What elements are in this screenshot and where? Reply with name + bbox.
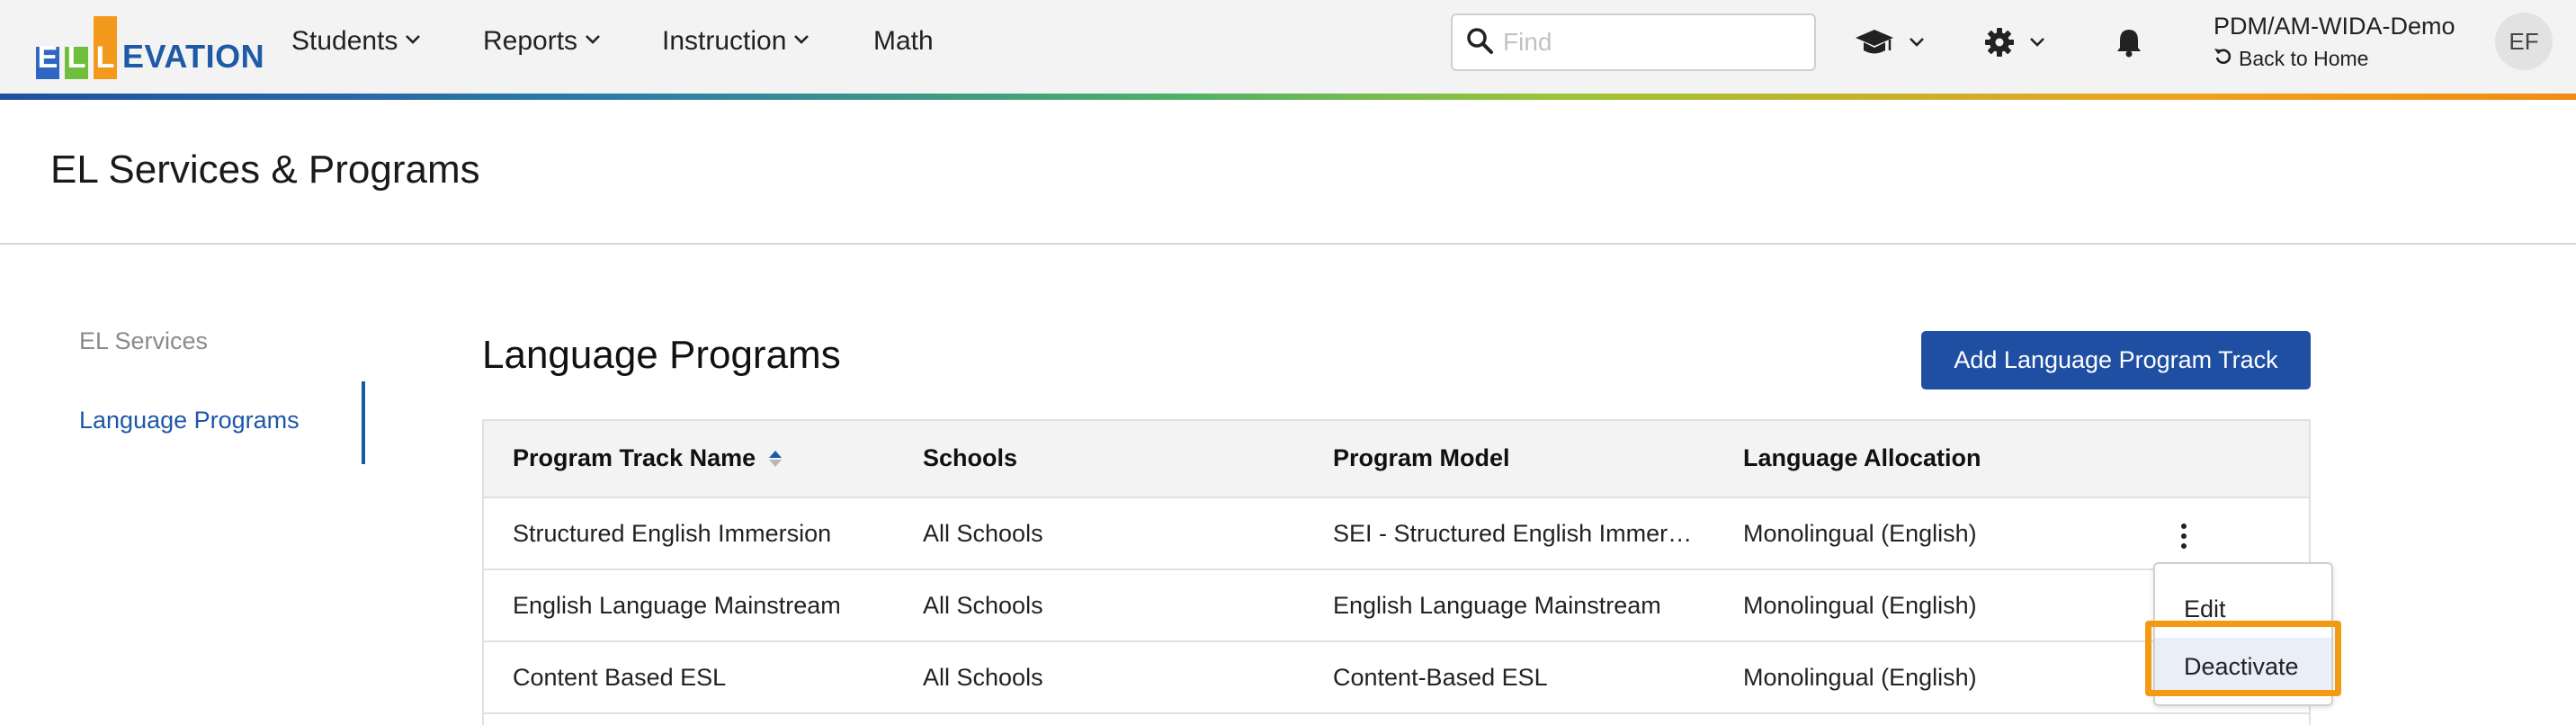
search-icon <box>1465 26 1494 59</box>
table-row[interactable]: English Language Mainstream All Schools … <box>484 570 2309 642</box>
table-row[interactable]: Content Based ESL All Schools Content-Ba… <box>484 642 2309 714</box>
nav-students[interactable]: Students <box>291 23 421 59</box>
page-title: EL Services & Programs <box>50 148 480 192</box>
avatar[interactable]: EF <box>2495 13 2553 70</box>
user-account-block: PDM/AM-WIDA-Demo Back to Home <box>2214 13 2455 71</box>
cell-language-allocation: Monolingual (English) <box>1743 664 1977 691</box>
brand-gradient-bar <box>0 94 2576 100</box>
cell-schools: All Schools <box>923 520 1043 547</box>
section-title: Language Programs <box>482 333 841 377</box>
header-divider <box>0 243 2576 245</box>
sidebar-active-indicator <box>362 381 365 464</box>
cell-schools: All Schools <box>923 592 1043 619</box>
cell-program-track-name: Structured English Immersion <box>513 520 832 547</box>
cell-program-track-name: Content Based ESL <box>513 664 727 691</box>
cell-schools: All Schools <box>923 664 1043 691</box>
cell-program-model: SEI - Structured English Immer… <box>1333 520 1693 547</box>
column-header-language-allocation[interactable]: Language Allocation <box>1743 444 1981 472</box>
courses-menu-button[interactable] <box>1855 20 1925 65</box>
chevron-down-icon <box>1909 37 1925 48</box>
nav-reports[interactable]: Reports <box>483 23 601 59</box>
column-header-schools[interactable]: Schools <box>923 444 1017 472</box>
sort-icon[interactable] <box>768 449 783 469</box>
sidebar-item-el-services[interactable]: EL Services <box>79 327 208 355</box>
graduation-cap-icon <box>1855 27 1894 58</box>
table-row[interactable]: Structured English Immersion All Schools… <box>484 498 2309 570</box>
cell-program-track-name: English Language Mainstream <box>513 592 841 619</box>
cell-program-model: English Language Mainstream <box>1333 592 1661 619</box>
language-programs-table: Program Track Name Schools Program Model… <box>482 419 2311 725</box>
chevron-down-icon <box>585 34 601 45</box>
undo-icon <box>2214 46 2233 71</box>
table-header: Program Track Name Schools Program Model… <box>484 421 2309 498</box>
search-box[interactable] <box>1451 13 1816 71</box>
chevron-down-icon <box>793 34 809 45</box>
top-navigation-bar: E L L EVATION Students Reports Instructi… <box>0 0 2576 94</box>
row-actions-kebab-icon[interactable] <box>2170 518 2197 554</box>
chevron-down-icon <box>2029 37 2045 48</box>
settings-menu-button[interactable] <box>1984 20 2045 65</box>
chevron-down-icon <box>405 34 421 45</box>
ellevation-logo[interactable]: E L L EVATION <box>36 14 264 79</box>
cell-language-allocation: Monolingual (English) <box>1743 520 1977 547</box>
back-to-home-link[interactable]: Back to Home <box>2214 46 2455 71</box>
column-header-program-model[interactable]: Program Model <box>1333 444 1510 472</box>
row-actions-menu: Edit Deactivate <box>2153 562 2333 706</box>
notifications-button[interactable] <box>2115 20 2142 65</box>
add-language-program-track-button[interactable]: Add Language Program Track <box>1921 331 2311 389</box>
cell-language-allocation: Monolingual (English) <box>1743 592 1977 619</box>
cell-program-model: Content-Based ESL <box>1333 664 1548 691</box>
search-input[interactable] <box>1503 22 1791 62</box>
menu-item-deactivate[interactable]: Deactivate <box>2155 638 2331 695</box>
gear-icon <box>1984 27 2015 58</box>
nav-instruction[interactable]: Instruction <box>662 23 809 59</box>
column-header-program-track-name[interactable]: Program Track Name <box>513 444 783 472</box>
account-name: PDM/AM-WIDA-Demo <box>2214 13 2455 40</box>
bell-icon <box>2115 27 2142 58</box>
sidebar-item-language-programs[interactable]: Language Programs <box>79 407 300 434</box>
menu-item-edit[interactable]: Edit <box>2155 580 2331 638</box>
nav-math[interactable]: Math <box>873 23 934 59</box>
